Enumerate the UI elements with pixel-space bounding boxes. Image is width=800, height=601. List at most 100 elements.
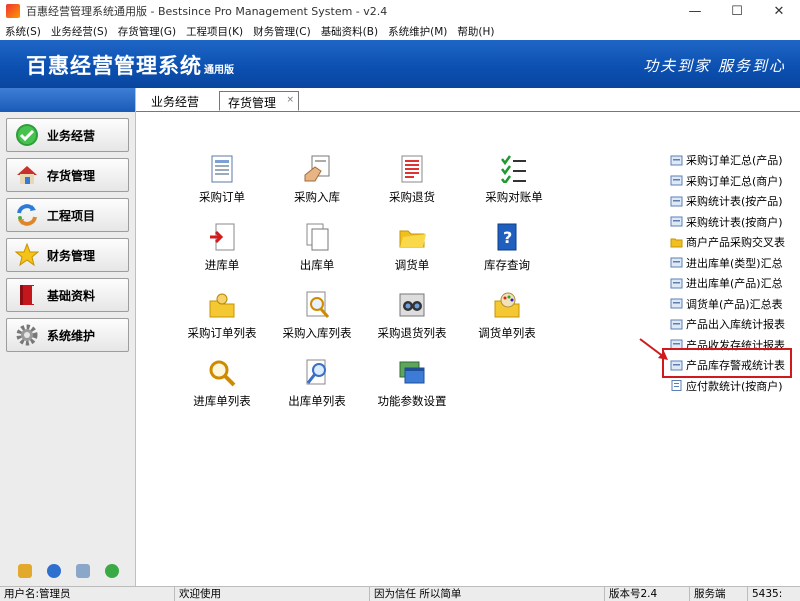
menu-item-help[interactable]: 帮助(H) xyxy=(452,24,499,39)
window-title: 百惠经营管理系统通用版 - Bestsince Pro Management S… xyxy=(26,5,388,18)
function-label: 调货单 xyxy=(394,258,430,272)
sidebar-item-label: 存货管理 xyxy=(47,168,96,183)
sidebar-item-basic-data[interactable]: 基础资料 xyxy=(6,278,129,312)
menu-item-finance[interactable]: 财务管理(C) xyxy=(248,24,316,39)
report-item[interactable]: 采购统计表(按产品) xyxy=(670,191,796,212)
sidebar-item-finance[interactable]: 财务管理 xyxy=(6,238,129,272)
monitor-icon[interactable] xyxy=(75,564,90,578)
report-item[interactable]: 进出库单(产品)汇总 xyxy=(670,273,796,294)
menu-bar: 系统(S) 业务经营(S) 存货管理(G) 工程项目(K) 财务管理(C) 基础… xyxy=(0,22,800,40)
report-label: 进出库单(产品)汇总 xyxy=(686,277,783,291)
checklist-icon xyxy=(499,154,529,184)
report-icon xyxy=(670,196,683,207)
menu-item-business[interactable]: 业务经营(S) xyxy=(46,24,113,39)
window-titlebar: 百惠经营管理系统通用版 - Bestsince Pro Management S… xyxy=(0,0,800,22)
report-label: 商户产品采购交叉表 xyxy=(686,236,785,250)
function-label: 采购入库列表 xyxy=(282,326,352,340)
function-stock-out[interactable]: 出库单 xyxy=(262,222,372,280)
binoculars-icon xyxy=(397,290,427,320)
report-label: 进出库单(类型)汇总 xyxy=(686,256,783,270)
function-purchase-order[interactable]: 采购订单 xyxy=(167,154,277,212)
tab-label: 存货管理 xyxy=(228,96,277,110)
report-label: 应付款统计(按商户) xyxy=(686,379,783,393)
function-label: 库存查询 xyxy=(484,258,530,272)
report-icon xyxy=(670,319,683,330)
close-icon[interactable]: ✕ xyxy=(758,0,800,22)
sidebar-header xyxy=(0,88,135,112)
function-purchase-return[interactable]: 采购退货 xyxy=(357,154,467,212)
menu-item-projects[interactable]: 工程项目(K) xyxy=(181,24,248,39)
tab-business[interactable]: 业务经营 xyxy=(143,91,207,111)
function-purchase-return-list[interactable]: 采购退货列表 xyxy=(357,290,467,348)
function-transfer-list[interactable]: 调货单列表 xyxy=(452,290,562,348)
menu-item-maintenance[interactable]: 系统维护(M) xyxy=(383,24,452,39)
svg-text:?: ? xyxy=(503,228,512,247)
sidebar-item-maintenance[interactable]: 系统维护 xyxy=(6,318,129,352)
annotation-arrow-icon xyxy=(639,338,668,360)
function-label: 采购订单列表 xyxy=(187,326,257,340)
report-item[interactable]: 采购统计表(按商户) xyxy=(670,212,796,233)
tab-inventory[interactable]: 存货管理 × xyxy=(219,91,300,111)
status-port: 5435: xyxy=(752,588,783,600)
report-item[interactable]: 进出库单(类型)汇总 xyxy=(670,253,796,274)
tab-close-icon[interactable]: × xyxy=(286,95,294,105)
menu-item-system[interactable]: 系统(S) xyxy=(0,24,46,39)
report-item[interactable]: 产品出入库统计报表 xyxy=(670,314,796,335)
function-stock-in-list[interactable]: 进库单列表 xyxy=(167,358,277,416)
function-purchase-order-list[interactable]: 采购订单列表 xyxy=(167,290,277,348)
function-label: 采购退货列表 xyxy=(377,326,447,340)
function-purchase-in-list[interactable]: 采购入库列表 xyxy=(262,290,372,348)
maximize-icon[interactable]: ☐ xyxy=(716,0,758,22)
sidebar-item-label: 工程项目 xyxy=(47,208,96,223)
red-document-icon xyxy=(397,154,427,184)
app-name: 百惠经营管理系统 通用版 xyxy=(26,50,234,80)
status-motto: 因为信任 所以简单 xyxy=(370,587,605,601)
slogan: 功夫到家 服务到心 xyxy=(643,57,786,75)
menu-item-basic-data[interactable]: 基础资料(B) xyxy=(316,24,383,39)
app-edition: 通用版 xyxy=(204,65,234,76)
report-icon xyxy=(670,298,683,309)
function-parameter-settings[interactable]: 功能参数设置 xyxy=(357,358,467,416)
function-stock-query[interactable]: ? 库存查询 xyxy=(452,222,562,280)
sidebar-item-projects[interactable]: 工程项目 xyxy=(6,198,129,232)
function-label: 采购入库 xyxy=(294,190,340,204)
function-purchase-in[interactable]: 采购入库 xyxy=(262,154,372,212)
tab-divider xyxy=(136,111,800,112)
highlight-box xyxy=(662,348,792,378)
function-purchase-statement[interactable]: 采购对账单 xyxy=(459,154,569,212)
report-item[interactable]: 应付款统计(按商户) xyxy=(670,376,796,397)
report-label: 调货单(产品)汇总表 xyxy=(686,297,783,311)
sidebar-item-label: 业务经营 xyxy=(47,128,96,143)
function-transfer[interactable]: 调货单 xyxy=(357,222,467,280)
app-icon xyxy=(6,4,20,18)
function-label: 进库单列表 xyxy=(193,394,251,408)
report-icon xyxy=(670,216,683,227)
exit-icon[interactable] xyxy=(104,564,119,578)
report-item[interactable]: 商户产品采购交叉表 xyxy=(670,232,796,253)
function-label: 采购退货 xyxy=(389,190,435,204)
info-icon[interactable] xyxy=(46,564,61,578)
sidebar-item-business[interactable]: 业务经营 xyxy=(6,118,129,152)
folder-icon xyxy=(397,222,427,252)
tab-label: 业务经营 xyxy=(151,95,200,109)
status-server: 服务端 xyxy=(690,587,748,601)
key-icon[interactable] xyxy=(17,564,32,578)
function-stock-out-list[interactable]: 出库单列表 xyxy=(262,358,372,416)
report-icon xyxy=(670,155,683,166)
recycle-arrows-icon xyxy=(15,203,39,227)
minimize-icon[interactable]: — xyxy=(674,0,716,22)
function-label: 调货单列表 xyxy=(478,326,536,340)
report-item[interactable]: 采购订单汇总(产品) xyxy=(670,150,796,171)
report-label: 采购订单汇总(产品) xyxy=(686,154,783,168)
sidebar: 业务经营 存货管理 工程项目 财务管理 基础资料 系统维护 xyxy=(0,88,136,586)
function-label: 出库单列表 xyxy=(288,394,346,408)
status-bar: 用户名:管理员 欢迎使用 因为信任 所以简单 版本号2.4 服务端 5435: xyxy=(0,586,800,601)
sidebar-item-inventory[interactable]: 存货管理 xyxy=(6,158,129,192)
function-stock-in[interactable]: 进库单 xyxy=(167,222,277,280)
header-banner: 百惠经营管理系统 通用版 功夫到家 服务到心 xyxy=(0,40,800,88)
tab-strip: 业务经营 存货管理 × xyxy=(143,91,300,111)
report-item[interactable]: 采购订单汇总(商户) xyxy=(670,171,796,192)
report-item[interactable]: 调货单(产品)汇总表 xyxy=(670,294,796,315)
menu-item-inventory[interactable]: 存货管理(G) xyxy=(113,24,181,39)
house-icon xyxy=(15,163,39,187)
